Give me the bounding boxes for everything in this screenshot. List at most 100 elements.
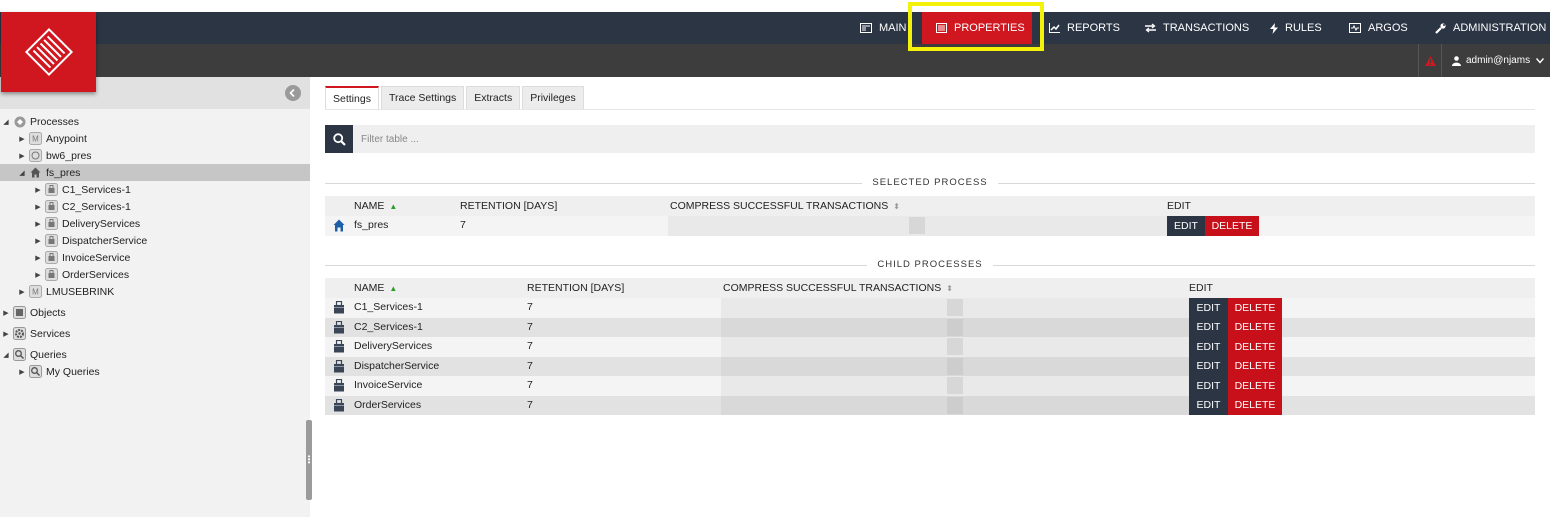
delete-button[interactable]: DELETE — [1228, 395, 1282, 415]
nav-rules[interactable]: RULES — [1270, 12, 1322, 44]
delete-button[interactable]: DELETE — [1228, 337, 1282, 357]
nav-argos[interactable]: ARGOS — [1349, 12, 1408, 44]
compress-checkbox[interactable] — [947, 377, 963, 394]
tree-item-fs-pres[interactable]: ◢ fs_pres — [0, 164, 310, 181]
nav-administration[interactable]: ADMINISTRATION — [1435, 12, 1546, 44]
collapsed-caret-icon[interactable]: ▶ — [34, 186, 42, 194]
column-header-compress[interactable]: COMPRESS SUCCESSFUL TRANSACTIONS ⬍ — [723, 282, 953, 294]
collapsed-caret-icon[interactable]: ▶ — [2, 330, 10, 338]
sort-asc-icon: ▲ — [389, 202, 398, 211]
filter-table-input[interactable] — [353, 125, 1535, 153]
nav-reports[interactable]: REPORTS — [1049, 12, 1120, 44]
compress-checkbox[interactable] — [947, 299, 963, 316]
compress-checkbox[interactable] — [947, 357, 963, 375]
nav-argos-label: ARGOS — [1368, 22, 1408, 34]
delete-button[interactable]: DELETE — [1228, 298, 1282, 318]
tab-extracts[interactable]: Extracts — [466, 86, 521, 110]
drag-handle-icon: • • • — [307, 452, 311, 467]
tree-item-c1-services[interactable]: ▶ C1_Services-1 — [0, 181, 310, 198]
compress-checkbox[interactable] — [947, 396, 963, 414]
edit-button[interactable]: EDIT — [1167, 216, 1205, 236]
column-header-name[interactable]: NAME ▲ — [354, 200, 397, 212]
service-icon — [334, 340, 344, 353]
mule-icon: M — [29, 285, 42, 298]
process-name: DispatcherService — [354, 359, 440, 372]
search-icon — [332, 132, 346, 146]
column-header-compress[interactable]: COMPRESS SUCCESSFUL TRANSACTIONS ⬍ — [670, 200, 900, 212]
njams-logo[interactable] — [1, 12, 96, 92]
tree-item-queries[interactable]: ◢ Queries — [0, 346, 310, 363]
retention-days: 7 — [527, 301, 533, 313]
collapsed-caret-icon[interactable]: ▶ — [18, 152, 26, 160]
tab-bar: Settings Trace Settings Extracts Privile… — [325, 86, 586, 110]
collapsed-caret-icon[interactable]: ▶ — [18, 368, 26, 376]
column-header-retention[interactable]: RETENTION [DAYS] — [527, 282, 624, 294]
user-icon — [1452, 55, 1461, 66]
edit-button[interactable]: EDIT — [1189, 337, 1228, 357]
retention-days: 7 — [527, 320, 533, 333]
warning-icon — [1424, 55, 1436, 66]
delete-button[interactable]: DELETE — [1228, 317, 1282, 337]
gear-icon — [13, 327, 26, 340]
user-menu[interactable]: admin@njams — [1452, 44, 1545, 77]
compress-checkbox[interactable] — [909, 217, 925, 234]
collapsed-caret-icon[interactable]: ▶ — [2, 309, 10, 317]
edit-button[interactable]: EDIT — [1189, 356, 1228, 376]
column-header-name[interactable]: NAME ▲ — [354, 282, 397, 294]
tree-item-services[interactable]: ▶ Services — [0, 325, 310, 342]
process-name: C2_Services-1 — [354, 320, 423, 333]
tree-item-lmusebrink[interactable]: ▶ M LMUSEBRINK — [0, 283, 310, 300]
edit-button[interactable]: EDIT — [1189, 317, 1228, 337]
service-icon — [334, 301, 344, 314]
tree-item-anypoint[interactable]: ▶ M Anypoint — [0, 130, 310, 147]
collapsed-caret-icon[interactable]: ▶ — [34, 203, 42, 211]
nav-properties[interactable]: PROPERTIES — [922, 12, 1032, 44]
tree-item-bw6-pres[interactable]: ▶ bw6_pres — [0, 147, 310, 164]
collapsed-caret-icon[interactable]: ▶ — [34, 271, 42, 279]
column-header-retention[interactable]: RETENTION [DAYS] — [460, 200, 557, 212]
expanded-caret-icon[interactable]: ◢ — [18, 169, 26, 177]
alert-indicator[interactable] — [1418, 44, 1442, 77]
collapsed-caret-icon[interactable]: ▶ — [18, 135, 26, 143]
nav-main[interactable]: MAIN — [860, 12, 908, 44]
collapsed-caret-icon[interactable]: ▶ — [18, 288, 26, 296]
tree-label: LMUSEBRINK — [46, 285, 115, 298]
sort-icon: ⬍ — [893, 202, 900, 211]
compress-checkbox[interactable] — [947, 318, 963, 336]
expanded-caret-icon[interactable]: ◢ — [2, 351, 10, 359]
mule-icon: M — [29, 132, 42, 145]
bw6-icon — [29, 149, 42, 162]
delete-button[interactable]: DELETE — [1205, 216, 1259, 236]
retention-days: 7 — [527, 379, 533, 391]
edit-button[interactable]: EDIT — [1189, 298, 1228, 318]
service-icon — [334, 320, 344, 333]
collapse-sidebar-button[interactable] — [285, 85, 301, 101]
tree-item-invoice-service[interactable]: ▶ InvoiceService — [0, 249, 310, 266]
nav-main-label: MAIN — [879, 22, 907, 34]
tree-label: Anypoint — [46, 132, 87, 145]
retention-days: 7 — [527, 340, 533, 352]
delete-button[interactable]: DELETE — [1228, 376, 1282, 396]
tree-item-order-services[interactable]: ▶ OrderServices — [0, 266, 310, 283]
tree-item-c2-services[interactable]: ▶ C2_Services-1 — [0, 198, 310, 215]
tab-settings[interactable]: Settings — [325, 86, 379, 110]
compress-checkbox[interactable] — [947, 338, 963, 355]
tab-privileges[interactable]: Privileges — [522, 86, 584, 110]
tree-item-delivery-services[interactable]: ▶ DeliveryServices — [0, 215, 310, 232]
tree-item-my-queries[interactable]: ▶ My Queries — [0, 363, 310, 380]
nav-transactions[interactable]: TRANSACTIONS — [1145, 12, 1249, 44]
tree-item-dispatcher-service[interactable]: ▶ DispatcherService — [0, 232, 310, 249]
collapsed-caret-icon[interactable]: ▶ — [34, 237, 42, 245]
tree-item-objects[interactable]: ▶ Objects — [0, 304, 310, 321]
edit-button[interactable]: EDIT — [1189, 395, 1228, 415]
delete-button[interactable]: DELETE — [1228, 356, 1282, 376]
collapsed-caret-icon[interactable]: ▶ — [34, 254, 42, 262]
collapsed-caret-icon[interactable]: ▶ — [34, 220, 42, 228]
tab-trace-settings[interactable]: Trace Settings — [380, 86, 465, 110]
edit-button[interactable]: EDIT — [1189, 376, 1228, 396]
process-name: InvoiceService — [354, 379, 423, 391]
expanded-caret-icon[interactable]: ◢ — [2, 118, 10, 126]
argos-icon — [1349, 23, 1361, 33]
tree-item-processes[interactable]: ◢ Processes — [0, 113, 310, 130]
search-button[interactable] — [325, 125, 353, 153]
